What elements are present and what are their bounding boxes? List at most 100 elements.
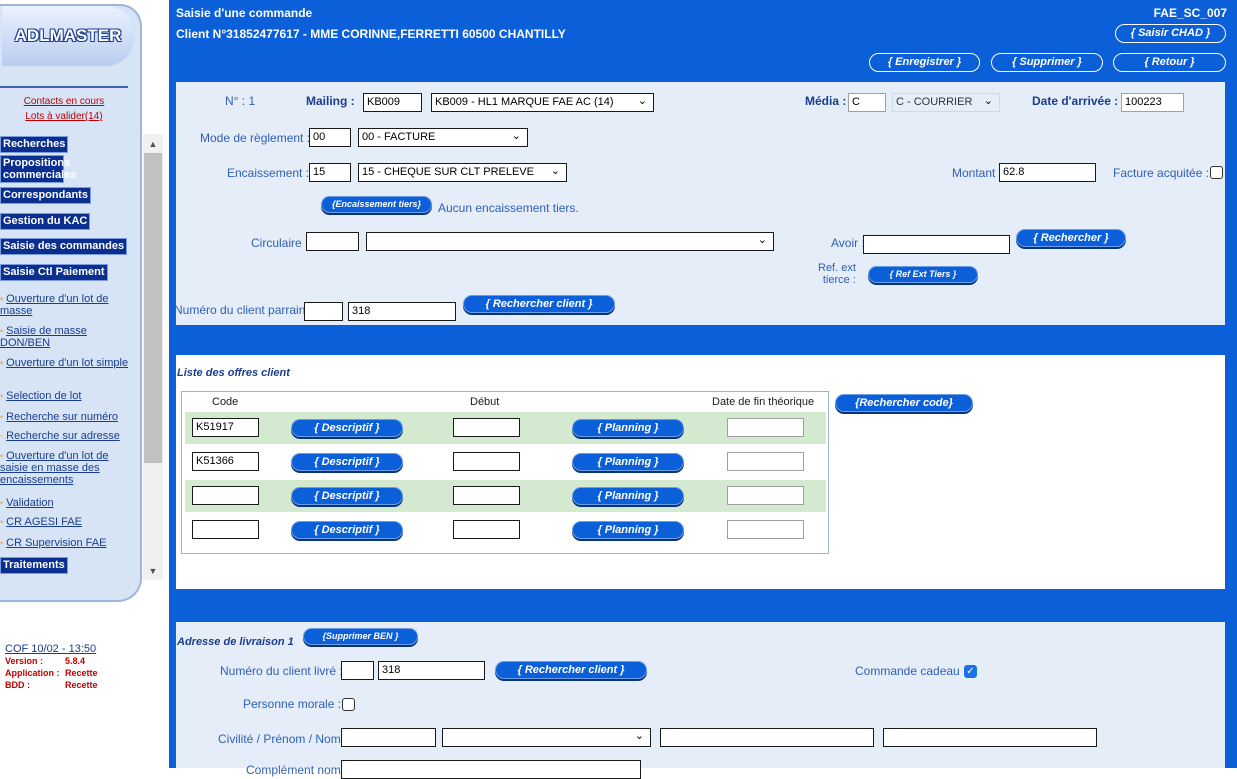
saisir-chad-button[interactable]: { Saisir CHAD } [1115,24,1226,43]
menu-traitements[interactable]: Traitements [0,557,68,574]
sub-cr-agesi-fae[interactable]: • CR AGESI FAE [0,516,136,528]
ref-ext-tiers-button[interactable]: { Ref Ext Tiers } [868,266,978,283]
descriptif-button[interactable]: { Descriptif } [291,487,403,505]
chevron-down-icon: ⌄ [983,95,993,107]
link-contacts-en-cours[interactable]: Contacts en cours [0,96,128,107]
parrain-input[interactable]: 318 [348,302,456,321]
nom-input[interactable] [883,728,1097,747]
offer-row: { Descriptif } { Planning } [185,514,826,546]
planning-button[interactable]: { Planning } [572,453,684,471]
mailing-label: Mailing : [306,94,355,108]
sub-saisie-masse-don-ben[interactable]: • Saisie de masse DON/BEN [0,325,136,349]
complement-nom-label: Complément nom : [246,763,348,777]
offer-code-input[interactable] [192,520,259,539]
offer-debut-input[interactable] [453,418,520,437]
facture-acquitee-checkbox[interactable] [1210,166,1223,179]
client-livre-prefix-input[interactable] [341,661,374,680]
sub-selection-de-lot[interactable]: • Selection de lot [0,390,136,402]
encaissement-tiers-status: Aucun encaissement tiers. [438,201,579,215]
offer-code-input[interactable]: K51917 [192,418,259,437]
complement-nom-input[interactable] [341,760,641,779]
mailing-select[interactable]: KB009 - HL1 MARQUE FAE AC (14) ⌄ [431,93,654,112]
encaissement-tiers-button[interactable]: {Encaissement tiers} [321,196,432,213]
parrain-prefix-input[interactable] [304,302,343,321]
link-lots-a-valider[interactable]: Lots à valider(14) [0,111,128,122]
descriptif-button[interactable]: { Descriptif } [291,419,403,437]
offer-code-input[interactable]: K51366 [192,452,259,471]
offer-row: { Descriptif } { Planning } [185,480,826,512]
chevron-down-icon: ⌄ [634,730,644,742]
sub-ouverture-lot-saisie-masse-encaissements[interactable]: • Ouverture d'un lot de saisie en masse d… [0,450,136,486]
menu-correspondants[interactable]: Correspondants [0,187,91,204]
session-date[interactable]: COF 10/02 - 13:50 [5,643,98,655]
rechercher-client-livre-button[interactable]: { Rechercher client } [495,661,647,679]
civilite-label: Civilité / Prénom / Nom : [218,732,348,746]
client-livre-input[interactable]: 318 [378,661,485,680]
offer-debut-input[interactable] [453,452,520,471]
supprimer-button[interactable]: { Supprimer } [991,53,1103,72]
main-content: Saisie d'une commande Client N°318524776… [169,0,1237,779]
enregistrer-button[interactable]: { Enregistrer } [869,53,980,72]
supprimer-ben-button[interactable]: {Supprimer BEN } [303,628,418,645]
offer-debut-input[interactable] [453,486,520,505]
offer-fin-input[interactable] [727,418,804,437]
col-code: Code [212,396,239,408]
civilite-input[interactable] [341,728,436,747]
mailing-code-input[interactable]: KB009 [363,93,422,112]
menu-recherches[interactable]: Recherches [0,136,69,153]
scroll-down-icon[interactable]: ▼ [146,565,160,577]
client-livre-label: Numéro du client livré : [220,664,343,678]
offer-code-input[interactable] [192,486,259,505]
arrival-date-label: Date d'arrivée : [1032,94,1119,108]
section-divider [176,325,1225,355]
page-header: Saisie d'une commande Client N°318524776… [169,0,1237,82]
descriptif-button[interactable]: { Descriptif } [291,521,403,539]
planning-button[interactable]: { Planning } [572,521,684,539]
offer-fin-input[interactable] [727,452,804,471]
menu-gestion-du-kac[interactable]: Gestion du KAC [0,213,91,230]
menu-saisie-des-commandes[interactable]: Saisie des commandes [0,238,128,255]
screen-code: FAE_SC_007 [1153,6,1227,20]
arrival-date-input[interactable]: 100223 [1121,93,1184,112]
sub-ouverture-lot-simple[interactable]: • Ouverture d'un lot simple [0,357,136,369]
prenom-input[interactable] [660,728,874,747]
rechercher-code-button[interactable]: {Rechercher code} [835,394,973,412]
menu-saisie-ctl-paiement[interactable]: Saisie Ctl Paiement [0,264,108,281]
media-code-input[interactable]: C [848,93,886,112]
parrain-label: Numéro du client parrain : [174,303,313,317]
planning-button[interactable]: { Planning } [572,487,684,505]
circulaire-code-input[interactable] [306,232,359,251]
sub-ouverture-lot-masse[interactable]: • Ouverture d'un lot de masse [0,293,136,317]
rechercher-client-parrain-button[interactable]: { Rechercher client } [463,295,615,313]
menu-propositions-commerciales[interactable]: Propositions commerciales [0,155,76,183]
avoir-input[interactable] [863,235,1010,254]
media-select[interactable]: C - COURRIER ⌄ [892,93,1000,112]
circulaire-select[interactable]: ⌄ [366,232,774,251]
payment-mode-code-input[interactable]: 00 [309,128,351,147]
sub-recherche-sur-adresse[interactable]: • Recherche sur adresse [0,430,136,442]
livraison-title: Adresse de livraison 1 [177,636,294,648]
commande-cadeau-checkbox[interactable]: ✓ [964,665,977,678]
offer-row: K51366 { Descriptif } { Planning } [185,446,826,478]
encaissement-code-input[interactable]: 15 [309,163,351,182]
offer-fin-input[interactable] [727,520,804,539]
sub-recherche-sur-numero[interactable]: • Recherche sur numéro [0,411,136,423]
planning-button[interactable]: { Planning } [572,419,684,437]
retour-button[interactable]: { Retour } [1113,53,1226,72]
encaissement-select[interactable]: 15 - CHEQUE SUR CLT PRELEVE ⌄ [358,163,567,182]
offer-fin-input[interactable] [727,486,804,505]
scroll-up-icon[interactable]: ▲ [146,138,160,150]
personne-morale-checkbox[interactable] [342,698,355,711]
descriptif-button[interactable]: { Descriptif } [291,453,403,471]
sub-cr-supervision-fae[interactable]: • CR Supervision FAE [0,537,136,549]
section-divider [176,589,1225,622]
chevron-down-icon: ⌄ [511,130,521,142]
offer-debut-input[interactable] [453,520,520,539]
sidebar-scroll-thumb[interactable] [144,153,162,463]
montant-input[interactable]: 62.8 [999,163,1096,182]
rechercher-avoir-button[interactable]: { Rechercher } [1016,229,1126,247]
prenom-select[interactable]: ⌄ [442,728,651,747]
offers-title: Liste des offres client [177,367,290,379]
payment-mode-select[interactable]: 00 - FACTURE ⌄ [358,128,528,147]
sub-validation[interactable]: • Validation [0,497,136,509]
